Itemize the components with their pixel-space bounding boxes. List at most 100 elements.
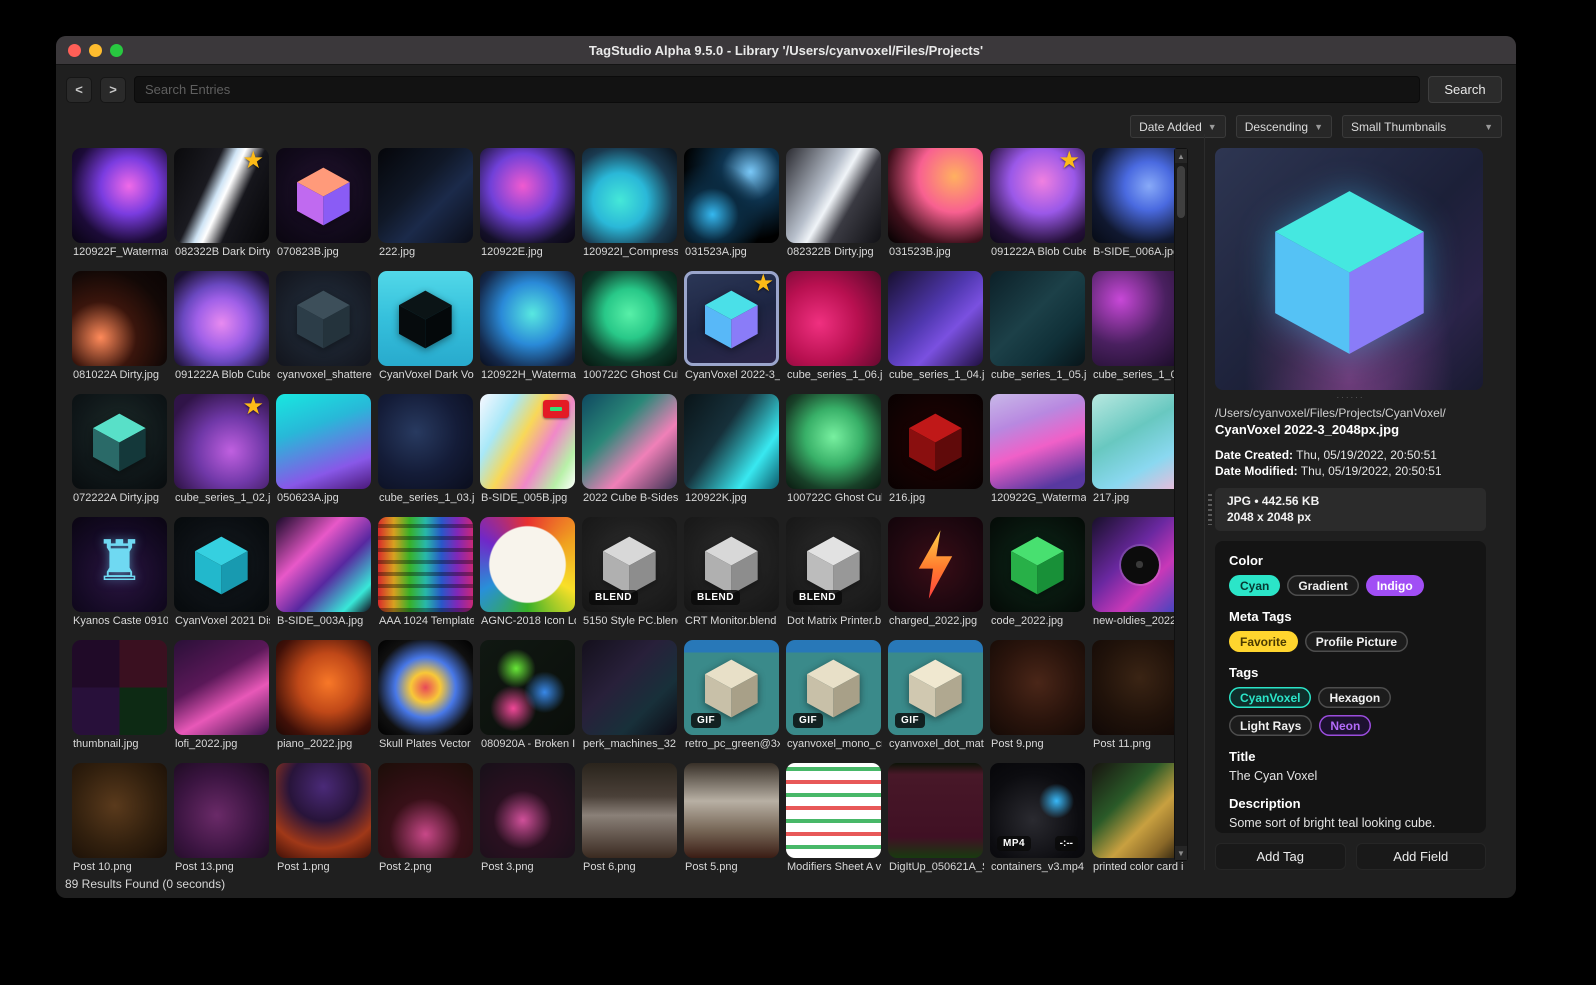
thumbnail-image[interactable] bbox=[378, 271, 473, 366]
thumbnail-image[interactable] bbox=[378, 763, 473, 858]
thumbnail-image[interactable] bbox=[276, 763, 371, 858]
grid-item[interactable]: 100722C Ghost Cub bbox=[582, 271, 678, 387]
thumbnail-image[interactable] bbox=[174, 640, 269, 735]
thumbnail-image[interactable]: ★ bbox=[990, 148, 1085, 243]
thumbnail-image[interactable] bbox=[888, 517, 983, 612]
add-tag-button[interactable]: Add Tag bbox=[1215, 843, 1346, 870]
thumbnail-image[interactable] bbox=[990, 640, 1085, 735]
grid-item[interactable]: BLEND CRT Monitor.blend bbox=[684, 517, 779, 633]
thumbnail-image[interactable]: MP4 -:-- bbox=[990, 763, 1085, 858]
thumbnail-image[interactable] bbox=[582, 763, 677, 858]
tag-pill-light-rays[interactable]: Light Rays bbox=[1229, 715, 1313, 736]
zoom-button[interactable] bbox=[110, 43, 123, 57]
grid-item[interactable]: 091222A Blob Cube bbox=[174, 271, 270, 387]
grid-item[interactable]: 120922K.jpg bbox=[684, 394, 779, 510]
thumbnail-image[interactable]: ★ bbox=[174, 394, 269, 489]
thumbnail-image[interactable] bbox=[480, 763, 575, 858]
tag-pill-indigo[interactable]: Indigo bbox=[1365, 575, 1424, 596]
grid-item[interactable]: cube_series_1_06.j bbox=[786, 271, 882, 387]
tag-pill-cyanvoxel[interactable]: CyanVoxel bbox=[1229, 687, 1312, 708]
thumbnail-image[interactable] bbox=[72, 271, 167, 366]
grid-item[interactable]: cyanvoxel_shattere bbox=[276, 271, 372, 387]
thumbnail-image[interactable] bbox=[72, 640, 167, 735]
grid-item[interactable]: 070823B.jpg bbox=[276, 148, 371, 264]
thumbnail-image[interactable] bbox=[786, 763, 881, 858]
grid-item[interactable]: 120922E.jpg bbox=[480, 148, 575, 264]
thumbnail-image[interactable]: BLEND bbox=[582, 517, 677, 612]
grid-item[interactable]: 031523B.jpg bbox=[888, 148, 983, 264]
grid-scrollbar[interactable]: ▲ ▼ bbox=[1174, 148, 1188, 861]
grid-item[interactable]: B-SIDE_003A.jpg bbox=[276, 517, 371, 633]
thumbnail-image[interactable] bbox=[1092, 517, 1187, 612]
thumbnail-image[interactable] bbox=[276, 394, 371, 489]
thumbnail-image[interactable] bbox=[378, 517, 473, 612]
grid-item[interactable]: CyanVoxel Dark Vox bbox=[378, 271, 474, 387]
tag-pill-favorite[interactable]: Favorite bbox=[1229, 631, 1298, 652]
thumbnail-image[interactable] bbox=[888, 763, 983, 858]
thumbnail-image[interactable] bbox=[480, 640, 575, 735]
grid-item[interactable]: 120922H_Watermar bbox=[480, 271, 576, 387]
thumbnail-image[interactable] bbox=[72, 394, 167, 489]
thumbnail-image[interactable] bbox=[276, 148, 371, 243]
thumbnail-image[interactable]: GIF bbox=[888, 640, 983, 735]
thumbnail-image[interactable] bbox=[1092, 640, 1187, 735]
grid-item[interactable]: GIF cyanvoxel_dot_mat bbox=[888, 640, 984, 756]
thumbnail-image[interactable] bbox=[174, 763, 269, 858]
grid-item[interactable]: thumbnail.jpg bbox=[72, 640, 167, 756]
thumbnail-image[interactable] bbox=[174, 271, 269, 366]
grid-item[interactable]: ★ 091222A Blob Cube bbox=[990, 148, 1086, 264]
back-button[interactable]: < bbox=[66, 76, 92, 103]
grid-item[interactable]: B-SIDE_005B.jpg bbox=[480, 394, 575, 510]
thumbnail-image[interactable] bbox=[786, 271, 881, 366]
thumbnail-image[interactable] bbox=[786, 394, 881, 489]
grid-item[interactable]: MP4 -:-- containers_v3.mp4 bbox=[990, 763, 1085, 879]
thumbnail-image[interactable] bbox=[786, 148, 881, 243]
grid-item[interactable]: cube_series_1_03.j bbox=[378, 394, 474, 510]
grid-item[interactable]: 031523A.jpg bbox=[684, 148, 779, 264]
thumbnail-image[interactable] bbox=[480, 394, 575, 489]
tag-pill-cyan[interactable]: Cyan bbox=[1229, 575, 1281, 596]
scroll-up-icon[interactable]: ▲ bbox=[1175, 149, 1187, 163]
thumbnail-image[interactable] bbox=[684, 763, 779, 858]
add-field-button[interactable]: Add Field bbox=[1355, 843, 1486, 870]
grid-item[interactable]: B-SIDE_006A.jpg bbox=[1092, 148, 1187, 264]
grid-item[interactable]: Post 10.png bbox=[72, 763, 167, 879]
grid-item[interactable]: AGNC-2018 Icon Lo bbox=[480, 517, 576, 633]
thumbnail-image[interactable] bbox=[480, 271, 575, 366]
grid-item[interactable]: CyanVoxel 2021 Dis bbox=[174, 517, 270, 633]
grid-item[interactable]: 120922F_Watermark bbox=[72, 148, 168, 264]
thumbnail-image[interactable] bbox=[72, 763, 167, 858]
grid-item[interactable]: ★ cube_series_1_02.j bbox=[174, 394, 270, 510]
grid-item[interactable]: 081022A Dirty.jpg bbox=[72, 271, 167, 387]
grid-item[interactable]: 216.jpg bbox=[888, 394, 983, 510]
grid-item[interactable]: Post 9.png bbox=[990, 640, 1085, 756]
tag-pill-neon[interactable]: Neon bbox=[1319, 715, 1372, 736]
close-button[interactable] bbox=[68, 43, 81, 57]
grid-item[interactable]: Post 1.png bbox=[276, 763, 371, 879]
thumbnail-image[interactable] bbox=[1092, 394, 1187, 489]
grid-item[interactable]: code_2022.jpg bbox=[990, 517, 1085, 633]
search-button[interactable]: Search bbox=[1428, 76, 1502, 103]
grid-item[interactable]: Post 6.png bbox=[582, 763, 677, 879]
scroll-down-icon[interactable]: ▼ bbox=[1175, 846, 1187, 860]
grid-item[interactable]: ★ CyanVoxel 2022-3_ bbox=[684, 271, 780, 387]
thumbnail-image[interactable] bbox=[684, 394, 779, 489]
grid-item[interactable]: 120922G_Watermar bbox=[990, 394, 1086, 510]
grid-item[interactable]: Post 11.png bbox=[1092, 640, 1187, 756]
thumbnail-image[interactable] bbox=[990, 394, 1085, 489]
thumbnail-image[interactable] bbox=[888, 394, 983, 489]
thumbnail-image[interactable]: ♜ bbox=[72, 517, 167, 612]
panel-resize-handle[interactable]: ······ bbox=[1215, 393, 1486, 403]
grid-item[interactable]: piano_2022.jpg bbox=[276, 640, 371, 756]
grid-item[interactable]: BLEND Dot Matrix Printer.b bbox=[786, 517, 881, 633]
grid-item[interactable]: Post 2.png bbox=[378, 763, 473, 879]
thumbnail-image[interactable] bbox=[480, 148, 575, 243]
tag-pill-profile-picture[interactable]: Profile Picture bbox=[1304, 631, 1409, 652]
thumbnail-image[interactable] bbox=[480, 517, 575, 612]
thumbnail-image[interactable] bbox=[1092, 271, 1187, 366]
thumbnail-image[interactable]: ★ bbox=[684, 271, 779, 366]
grid-item[interactable]: GIF cyanvoxel_mono_cr bbox=[786, 640, 882, 756]
grid-item[interactable]: charged_2022.jpg bbox=[888, 517, 983, 633]
thumbnail-image[interactable] bbox=[888, 148, 983, 243]
thumbnail-image[interactable] bbox=[582, 148, 677, 243]
